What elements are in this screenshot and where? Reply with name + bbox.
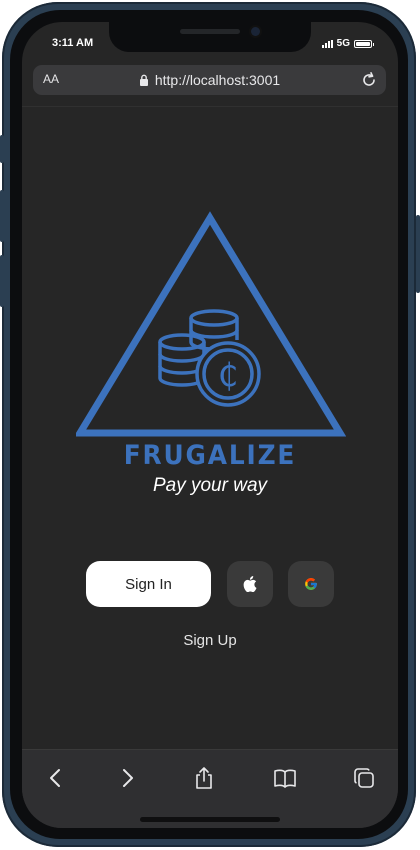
google-signin-button[interactable]	[288, 561, 334, 607]
volume-up-button	[0, 190, 4, 242]
network-type: 5G	[336, 38, 350, 49]
brand-name: FRUGALIZE	[123, 440, 297, 471]
apple-icon	[243, 576, 257, 592]
forward-button[interactable]	[114, 764, 142, 792]
svg-text:₵: ₵	[218, 356, 238, 394]
front-camera	[251, 27, 260, 36]
tabs-button[interactable]	[350, 764, 378, 792]
coins-in-triangle-logo: ₵	[76, 211, 346, 437]
header-divider	[22, 106, 398, 107]
bookmarks-button[interactable]	[271, 764, 299, 792]
url-text: http://localhost:3001	[154, 72, 281, 88]
battery-icon	[354, 39, 374, 48]
reload-icon[interactable]	[360, 71, 378, 89]
status-time: 3:11 AM	[52, 37, 94, 49]
mute-switch	[0, 135, 4, 163]
sign-in-button[interactable]: Sign In	[86, 561, 211, 607]
cellular-signal-icon	[321, 39, 333, 48]
lock-icon	[139, 74, 148, 86]
book-icon	[274, 769, 296, 788]
phone-screen: 3:11 AM 5G AA http://localhost:3001 ₵ FR…	[22, 22, 398, 828]
tabs-icon	[354, 768, 374, 788]
volume-down-button	[0, 255, 4, 307]
url-display[interactable]: http://localhost:3001	[33, 72, 386, 88]
share-button[interactable]	[190, 764, 218, 792]
browser-toolbar	[22, 749, 398, 828]
sign-up-link[interactable]: Sign Up	[22, 632, 398, 649]
apple-signin-button[interactable]	[227, 561, 273, 607]
chevron-right-icon	[123, 769, 133, 787]
notch	[109, 22, 311, 52]
tagline: Pay your way	[152, 475, 268, 496]
home-indicator[interactable]	[140, 817, 280, 822]
share-icon	[196, 767, 212, 789]
status-indicators: 5G	[321, 38, 374, 49]
earpiece-speaker	[180, 29, 240, 34]
back-button[interactable]	[41, 764, 69, 792]
power-button	[416, 215, 420, 293]
address-bar[interactable]: AA http://localhost:3001	[33, 65, 386, 95]
google-icon	[305, 578, 317, 590]
chevron-left-icon	[50, 769, 60, 787]
